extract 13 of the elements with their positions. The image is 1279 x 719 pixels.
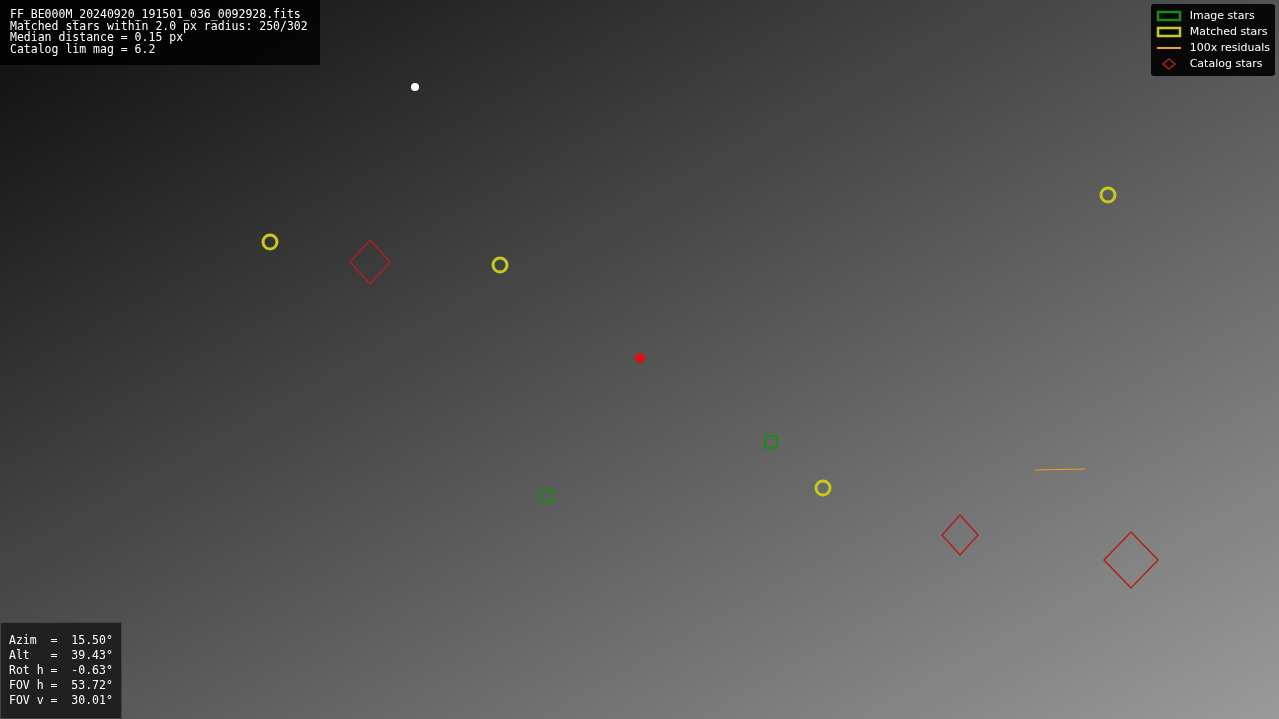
legend-label: Image stars <box>1189 8 1255 24</box>
legend-label: Matched stars <box>1189 24 1268 40</box>
legend-label: 100x residuals <box>1189 40 1270 56</box>
info-text: Median distance = 0.15 px <box>10 32 184 44</box>
pointing-text: FOV h = 53.72° <box>9 678 113 693</box>
info-text: Catalog lim mag = 6.2 <box>10 43 157 55</box>
info-text: FF_BE000M_20240920_191501_036_0092928.fits <box>10 9 302 21</box>
legend-label: Catalog stars <box>1189 56 1263 72</box>
pointing-text: Rot h = -0.63° <box>9 663 113 678</box>
pointing-text: FOV v = 30.01° <box>9 693 113 708</box>
pointing-text: Alt = 39.43° <box>9 648 113 663</box>
info-text: Matched stars within 2.0 px radius: 250/302 <box>10 20 309 32</box>
pointing-text: Azim = 15.50° <box>9 633 113 648</box>
